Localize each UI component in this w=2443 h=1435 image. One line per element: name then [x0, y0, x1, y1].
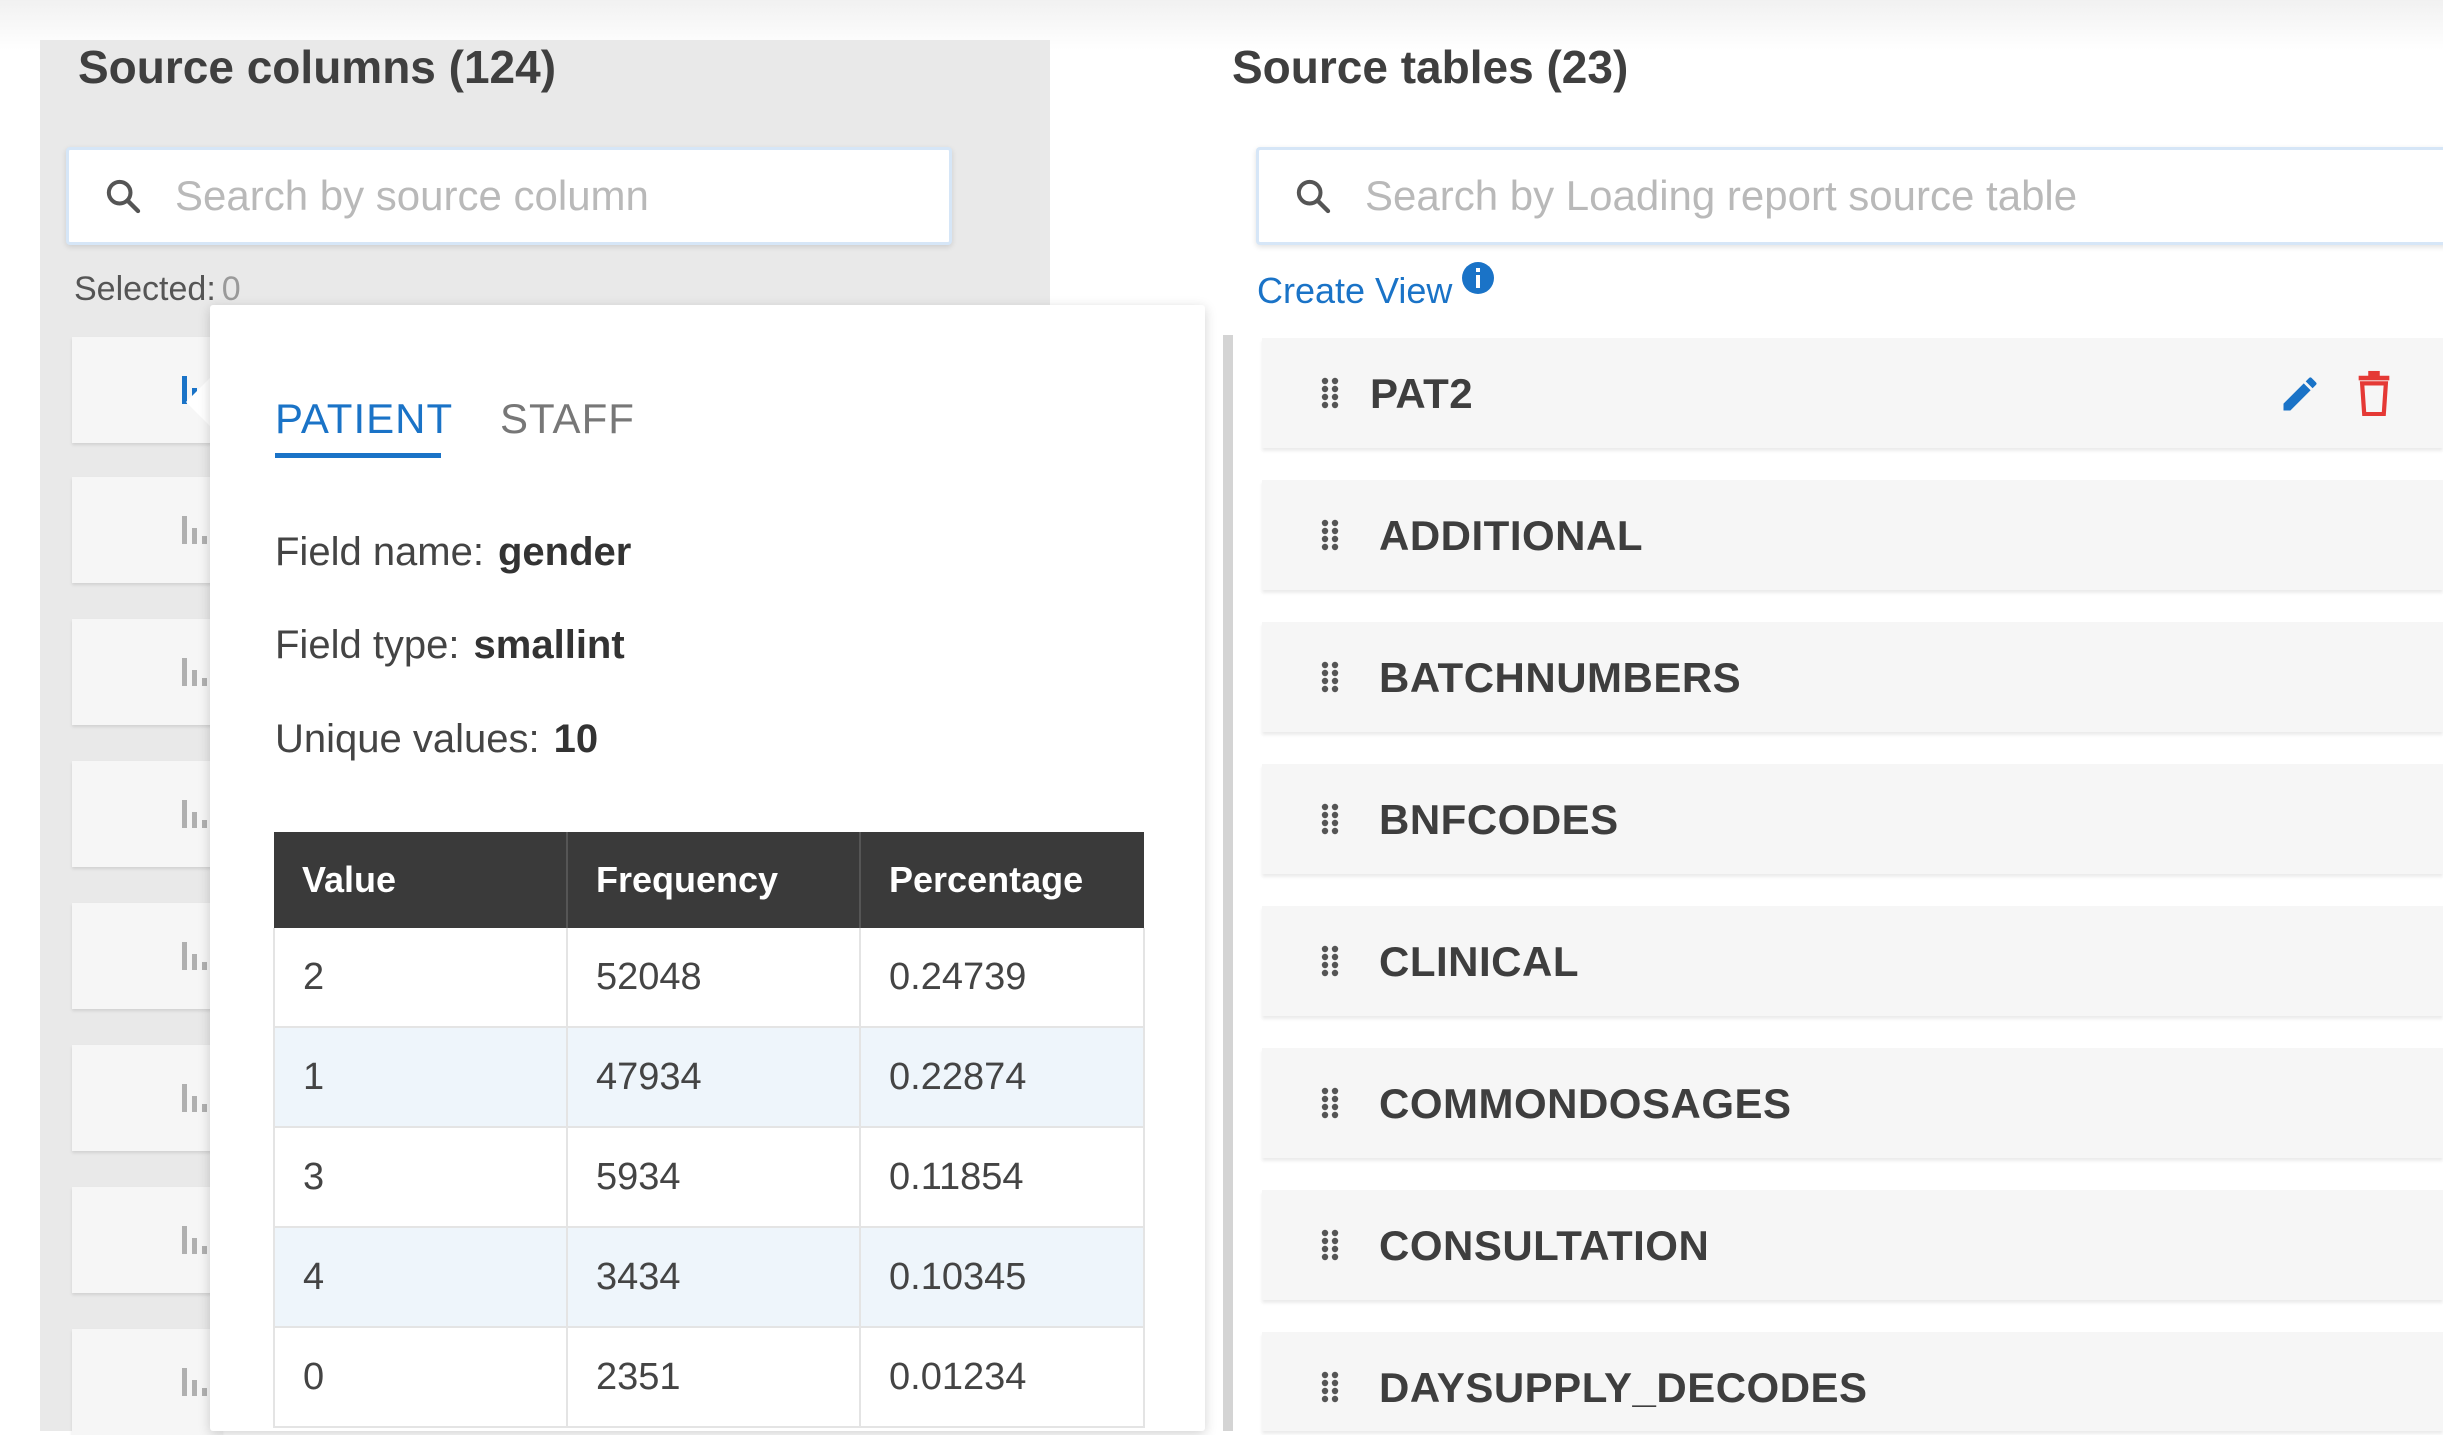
unique-values-value: 10 [553, 717, 599, 761]
active-tab-indicator [275, 453, 441, 458]
column-row[interactable]: A [72, 619, 251, 725]
source-table-row[interactable]: CONSULTATION [1262, 1190, 2443, 1300]
create-view-link[interactable]: Create View [1257, 270, 1452, 312]
source-table-row[interactable]: DAYSUPPLY_DECODES [1262, 1332, 2443, 1431]
source-table-row[interactable]: COMMONDOSAGES [1262, 1048, 2443, 1158]
frequency-table: Value Frequency Percentage 2 52048 0.247… [273, 832, 1145, 1428]
drag-handle-icon[interactable] [1320, 802, 1340, 836]
source-column-search-input[interactable] [173, 171, 949, 221]
info-icon[interactable] [1462, 262, 1495, 294]
source-table-row[interactable]: CLINICAL [1262, 906, 2443, 1016]
source-table-row[interactable]: ADDITIONAL [1262, 480, 2443, 590]
source-table-name: CLINICAL [1379, 938, 1579, 985]
field-name-label: Field name: [275, 530, 484, 574]
selected-value: 0 [221, 270, 241, 308]
cell-value: 1 [273, 1027, 568, 1128]
drag-handle-icon[interactable] [1320, 1228, 1340, 1262]
table-row: 3 5934 0.11854 [273, 1127, 1145, 1228]
field-type-line: Field type: smallint [275, 623, 625, 668]
source-table-name: CONSULTATION [1379, 1222, 1710, 1269]
cell-percentage: 0.22874 [860, 1027, 1145, 1128]
drag-handle-icon[interactable] [1320, 1086, 1340, 1120]
header-percentage: Percentage [860, 832, 1144, 928]
selected-label: Selected: [74, 270, 216, 308]
cell-value: 0 [273, 1327, 568, 1428]
pencil-icon[interactable] [2278, 372, 2322, 416]
field-type-label: Field type: [275, 623, 460, 667]
header-frequency: Frequency [567, 832, 861, 928]
source-table-row[interactable]: BNFCODES [1262, 764, 2443, 874]
create-view-link-wrap: Create View [1257, 262, 1495, 312]
cell-frequency: 47934 [567, 1027, 861, 1128]
selected-count: Selected: 0 [74, 270, 241, 309]
drag-handle-icon[interactable] [1320, 944, 1340, 978]
source-table-row[interactable]: PAT2 [1262, 338, 2443, 448]
source-table-name: COMMONDOSAGES [1379, 1080, 1792, 1127]
column-row[interactable]: D [72, 1329, 251, 1435]
field-name-line: Field name: gender [275, 530, 631, 575]
cell-value: 3 [273, 1127, 568, 1228]
bar-chart-icon [182, 1226, 207, 1254]
tab-patient[interactable]: PATIENT [275, 395, 453, 443]
table-row: 2 52048 0.24739 [273, 928, 1145, 1028]
cell-frequency: 3434 [567, 1227, 861, 1328]
cell-percentage: 0.01234 [860, 1327, 1145, 1428]
search-icon [106, 179, 141, 214]
source-table-search-input[interactable] [1363, 171, 2443, 221]
cell-percentage: 0.24739 [860, 928, 1145, 1028]
cell-frequency: 2351 [567, 1327, 861, 1428]
cell-frequency: 52048 [567, 928, 861, 1028]
bar-chart-icon [182, 1368, 207, 1396]
source-table-name: ADDITIONAL [1379, 512, 1643, 559]
source-table-name: PAT2 [1370, 370, 1474, 417]
bar-chart-icon [182, 800, 207, 828]
bar-chart-icon [182, 942, 207, 970]
source-table-name: BNFCODES [1379, 796, 1619, 843]
source-tables-title: Source tables (23) [1232, 41, 1629, 93]
cell-value: 4 [273, 1227, 568, 1328]
search-icon [1296, 179, 1331, 214]
cell-percentage: 0.11854 [860, 1127, 1145, 1228]
source-column-search[interactable] [66, 147, 952, 245]
drag-handle-icon[interactable] [1320, 1370, 1340, 1404]
popup-arrow [186, 378, 210, 426]
table-row: 0 2351 0.01234 [273, 1327, 1145, 1428]
column-row[interactable]: D [72, 1187, 251, 1293]
cell-percentage: 0.10345 [860, 1227, 1145, 1328]
unique-values-label: Unique values: [275, 717, 540, 761]
header-value: Value [274, 832, 568, 928]
drag-handle-icon[interactable] [1320, 376, 1340, 410]
source-table-search[interactable] [1256, 147, 2443, 245]
field-type-value: smallint [473, 623, 625, 667]
column-statistics-popup: PATIENT STAFF Field name: gender Field ty… [210, 305, 1205, 1431]
table-row: 4 3434 0.10345 [273, 1227, 1145, 1328]
trash-icon[interactable] [2356, 370, 2392, 416]
source-table-name: BATCHNUMBERS [1379, 654, 1742, 701]
unique-values-line: Unique values: 10 [275, 717, 598, 762]
field-name-value: gender [497, 530, 632, 574]
column-row[interactable]: E [72, 477, 249, 583]
tab-staff[interactable]: STAFF [500, 395, 635, 443]
cell-value: 2 [273, 928, 568, 1028]
source-columns-title: Source columns (124) [78, 41, 557, 93]
column-row[interactable]: D [72, 1045, 251, 1151]
bar-chart-icon [182, 516, 207, 544]
column-row[interactable]: D [72, 761, 251, 867]
table-header-row: Value Frequency Percentage [274, 832, 1144, 928]
table-row: 1 47934 0.22874 [273, 1027, 1145, 1128]
source-table-row[interactable]: BATCHNUMBERS [1262, 622, 2443, 732]
source-table-name: DAYSUPPLY_DECODES [1379, 1364, 1868, 1411]
bar-chart-icon [182, 1084, 207, 1112]
panel-divider-scrollbar[interactable] [1223, 335, 1233, 1431]
bar-chart-icon [182, 658, 207, 686]
cell-frequency: 5934 [567, 1127, 861, 1228]
drag-handle-icon[interactable] [1320, 518, 1340, 552]
drag-handle-icon[interactable] [1320, 660, 1340, 694]
column-row[interactable]: D [72, 903, 251, 1009]
